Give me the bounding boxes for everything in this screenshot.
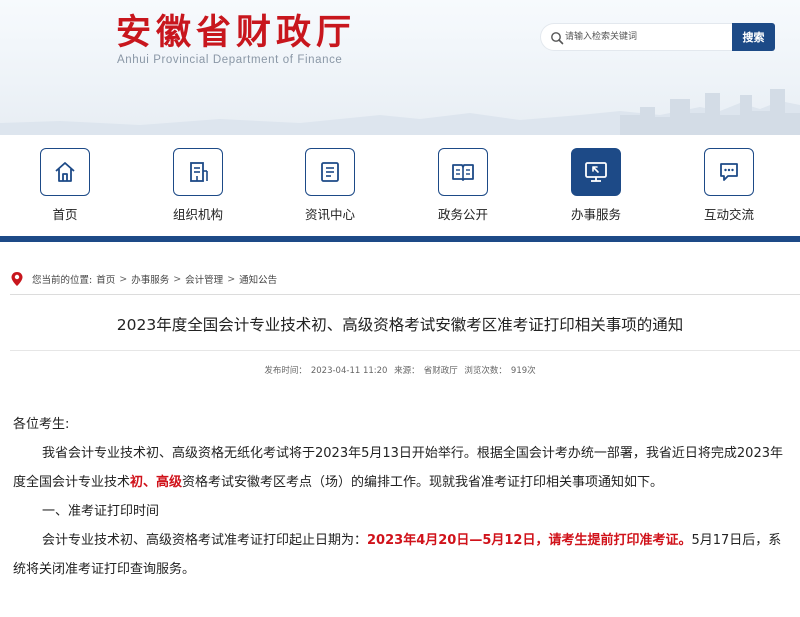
home-icon (40, 148, 90, 196)
nav-item-organization[interactable]: 组织机构 (158, 148, 238, 223)
breadcrumb-separator: > (227, 273, 236, 285)
nav-divider-bar (0, 236, 800, 242)
nav-item-label: 政务公开 (437, 207, 488, 222)
nav-item-label: 首页 (52, 207, 78, 222)
paragraph-1-text-b: 资格考试安徽考区考点（场）的编排工作。现就我省准考证打印相关事项通知如下。 (182, 475, 664, 490)
breadcrumb-item-home[interactable]: 首页 (96, 272, 115, 286)
nav-item-home[interactable]: 首页 (25, 148, 105, 223)
publish-label: 发布时间： (264, 366, 307, 376)
nav-item-label: 办事服务 (570, 207, 621, 222)
nav-item-label: 组织机构 (172, 207, 223, 222)
search-button[interactable]: 搜索 (732, 23, 775, 51)
organization-icon (173, 148, 223, 196)
breadcrumb-item-accounting[interactable]: 会计管理 (185, 272, 223, 286)
paragraph-1: 我省会计专业技术初、高级资格无纸化考试将于2023年5月13日开始举行。根据全国… (13, 439, 788, 497)
nav-item-public-affairs[interactable]: 政务公开 (423, 148, 503, 223)
breadcrumb-item-notices[interactable]: 通知公告 (239, 272, 277, 286)
chat-icon (704, 148, 754, 196)
paragraph-2-text-a: 会计专业技术初、高级资格考试准考证打印起止日期为： (42, 533, 368, 548)
breadcrumb: 您当前的位置: 首页 > 办事服务 > 会计管理 > 通知公告 (10, 270, 277, 288)
nav-item-services[interactable]: 办事服务 (556, 148, 636, 223)
nav-item-label: 资讯中心 (304, 207, 355, 222)
city-skyline-decoration (0, 89, 800, 135)
site-title: 安徽省财政厅 (116, 12, 357, 53)
title-divider (10, 350, 800, 351)
site-subtitle: Anhui Provincial Department of Finance (117, 54, 343, 66)
search-icon (551, 32, 564, 45)
breadcrumb-prefix: 您当前的位置: (32, 275, 93, 286)
breadcrumb-separator: > (173, 273, 182, 285)
greeting: 各位考生: (13, 417, 70, 432)
paragraph-1-highlight: 初、高级 (130, 475, 183, 490)
open-book-icon (438, 148, 488, 196)
source-label: 来源： (394, 366, 420, 376)
location-pin-icon (11, 272, 23, 286)
publish-time: 2023-04-11 11:20 (310, 366, 388, 376)
breadcrumb-item-services[interactable]: 办事服务 (131, 272, 169, 286)
search-input[interactable] (565, 28, 725, 46)
views-count: 919次 (510, 366, 536, 376)
news-icon (305, 148, 355, 196)
paragraph-2-highlight: 2023年4月20日—5月12日，请考生提前打印准考证。 (367, 533, 692, 548)
monitor-service-icon (571, 148, 621, 196)
main-nav: 首页 组织机构 资讯中心 政务公开 办事服务 互动交流 (0, 135, 800, 238)
paragraph-2: 会计专业技术初、高级资格考试准考证打印起止日期为：2023年4月20日—5月12… (13, 526, 788, 584)
views-label: 浏览次数： (464, 366, 507, 376)
site-header: 安徽省财政厅 Anhui Provincial Department of Fi… (0, 0, 800, 135)
nav-item-news[interactable]: 资讯中心 (290, 148, 370, 223)
article-body: 各位考生: 我省会计专业技术初、高级资格无纸化考试将于2023年5月13日开始举… (13, 410, 788, 584)
search-field-wrapper (540, 23, 732, 51)
source-value: 省财政厅 (423, 366, 458, 376)
section-heading-1: 一、准考证打印时间 (42, 504, 160, 519)
breadcrumb-divider (10, 294, 800, 295)
article-title: 2023年度全国会计专业技术初、高级资格考试安徽考区准考证打印相关事项的通知 (116, 316, 684, 334)
nav-item-interaction[interactable]: 互动交流 (689, 148, 769, 223)
article-meta: 发布时间： 2023-04-11 11:20 来源： 省财政厅 浏览次数： 919次 (0, 364, 800, 376)
nav-item-label: 互动交流 (703, 207, 754, 222)
search-box: 搜索 (540, 23, 775, 51)
breadcrumb-separator: > (119, 273, 128, 285)
